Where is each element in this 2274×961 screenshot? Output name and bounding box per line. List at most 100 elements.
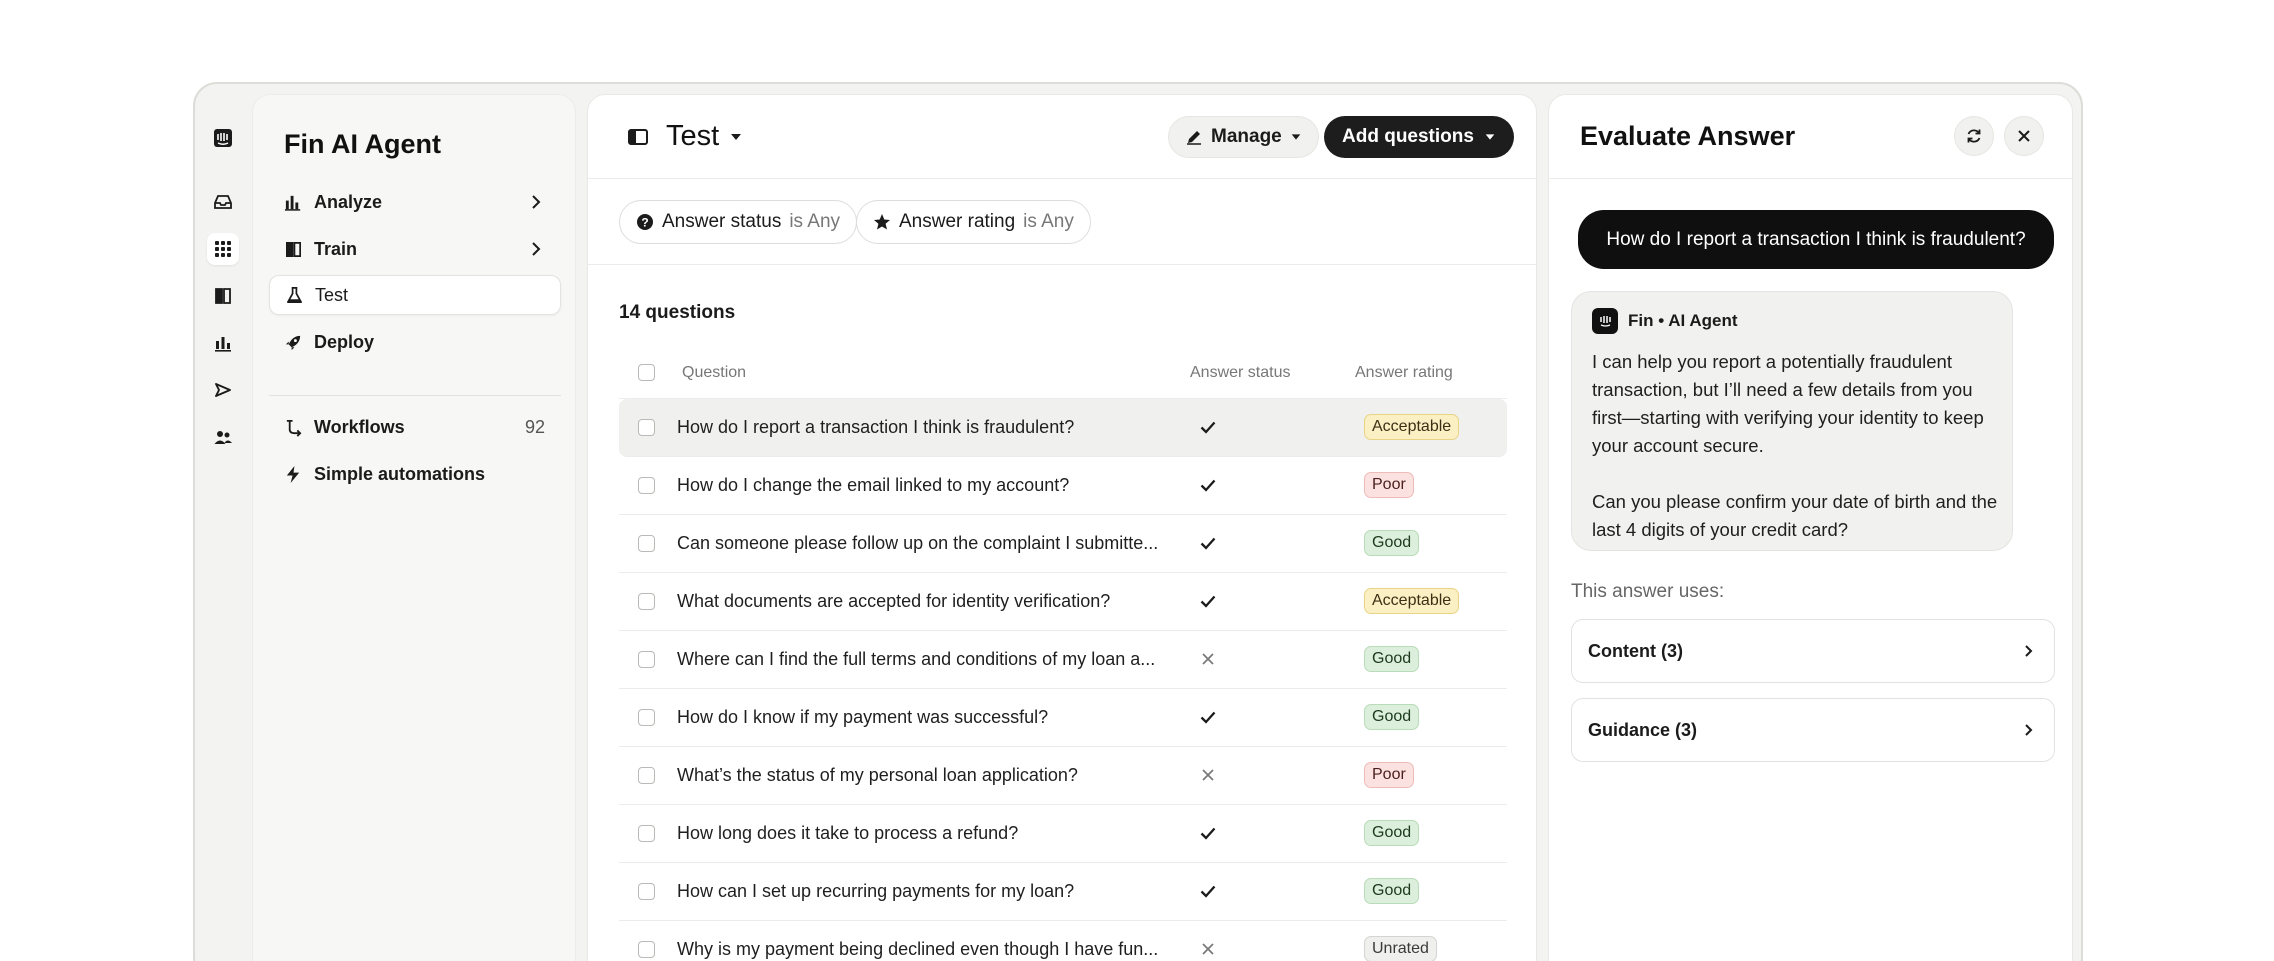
row-checkbox[interactable]	[638, 709, 655, 726]
apps-grid-icon[interactable]	[207, 233, 239, 265]
rating-badge: Good	[1364, 530, 1420, 556]
inbox-icon[interactable]	[207, 186, 239, 218]
table-row[interactable]: How do I know if my payment was successf…	[619, 689, 1507, 747]
chevron-right-icon	[2025, 724, 2033, 736]
reports-chart-icon[interactable]	[207, 327, 239, 359]
table-row[interactable]: How can I set up recurring payments for …	[619, 863, 1507, 921]
table-row[interactable]: How do I change the email linked to my a…	[619, 457, 1507, 515]
rating-badge: Unrated	[1364, 936, 1437, 961]
source-card-label: Guidance (3)	[1588, 719, 1698, 740]
rating-badge: Good	[1364, 878, 1420, 904]
guidance-sources-card[interactable]: Guidance (3)	[1571, 698, 2055, 762]
svg-text:?: ?	[641, 216, 648, 230]
manage-button[interactable]: Manage	[1168, 116, 1319, 158]
check-icon	[1200, 421, 1216, 434]
sidebar-item-label: Simple automations	[314, 463, 486, 484]
evaluate-title: Evaluate Answer	[1580, 121, 1796, 151]
agent-answer-bubble: Fin • AI Agent I can help you report a p…	[1571, 291, 2013, 551]
bar-chart-icon	[283, 192, 303, 212]
filter-operator: is Any	[1023, 211, 1074, 232]
answer-rating-filter[interactable]: Answer rating is Any	[856, 200, 1091, 244]
sidebar-item-label: Workflows	[314, 416, 405, 437]
refresh-button[interactable]	[1954, 116, 1994, 156]
add-questions-button[interactable]: Add questions	[1324, 116, 1514, 158]
sidebar-item-label: Analyze	[314, 191, 383, 212]
agent-name: Fin • AI Agent	[1628, 311, 1738, 330]
check-icon	[1200, 479, 1216, 492]
content-sources-card[interactable]: Content (3)	[1571, 619, 2055, 683]
sidebar-item-workflows[interactable]: Workflows 92	[269, 407, 561, 447]
cross-icon	[1202, 943, 1214, 955]
contacts-people-icon[interactable]	[207, 421, 239, 453]
outbound-send-icon[interactable]	[207, 374, 239, 406]
add-questions-label: Add questions	[1342, 126, 1474, 147]
row-checkbox[interactable]	[638, 419, 655, 436]
close-icon	[2018, 130, 2030, 142]
rating-badge: Good	[1364, 704, 1420, 730]
cross-icon	[1202, 769, 1214, 781]
row-checkbox[interactable]	[638, 767, 655, 784]
evaluate-header: Evaluate Answer	[1549, 95, 2072, 179]
rating-badge: Good	[1364, 820, 1420, 846]
user-message-bubble: How do I report a transaction I think is…	[1578, 210, 2054, 269]
agent-paragraph: I can help you report a potentially frau…	[1592, 351, 1984, 456]
row-checkbox[interactable]	[638, 593, 655, 610]
sidebar-toggle-icon[interactable]	[626, 125, 650, 149]
column-header-rating: Answer rating	[1355, 364, 1453, 381]
rating-badge: Good	[1364, 646, 1420, 672]
check-icon	[1200, 827, 1216, 840]
fin-logo-icon	[1592, 308, 1618, 334]
agent-paragraph: Can you please confirm your date of birt…	[1592, 491, 1998, 540]
book-icon	[283, 239, 303, 259]
answer-uses-label: This answer uses:	[1571, 581, 1725, 602]
question-circle-icon: ?	[637, 214, 653, 230]
close-button[interactable]	[2004, 116, 2044, 156]
page-title-dropdown[interactable]: Test	[666, 120, 743, 153]
chevron-right-icon	[2025, 645, 2033, 657]
sidebar-item-train[interactable]: Train	[269, 229, 561, 269]
knowledge-book-icon[interactable]	[207, 280, 239, 312]
question-text: Can someone please follow up on the comp…	[677, 533, 1159, 553]
table-row[interactable]: How do I report a transaction I think is…	[619, 399, 1507, 457]
column-header-question: Question	[682, 364, 747, 381]
table-row[interactable]: What’s the status of my personal loan ap…	[619, 747, 1507, 805]
sidebar-item-label: Train	[314, 238, 358, 259]
table-row[interactable]: Can someone please follow up on the comp…	[619, 515, 1507, 573]
question-text: What’s the status of my personal loan ap…	[677, 765, 1078, 785]
star-icon	[874, 214, 890, 230]
sidebar: Fin AI Agent Analyze Train Test Deploy W…	[252, 94, 576, 961]
app-window: Fin AI Agent Analyze Train Test Deploy W…	[193, 82, 2083, 961]
rating-badge: Poor	[1364, 762, 1414, 788]
answer-status-filter[interactable]: ? Answer status is Any	[619, 200, 858, 244]
sidebar-item-analyze[interactable]: Analyze	[269, 182, 561, 222]
row-checkbox[interactable]	[638, 941, 655, 958]
table-row[interactable]: How long does it take to process a refun…	[619, 805, 1507, 863]
sidebar-item-test[interactable]: Test	[269, 275, 561, 315]
table-row[interactable]: Where can I find the full terms and cond…	[619, 631, 1507, 689]
sidebar-item-simple-automations[interactable]: Simple automations	[269, 454, 561, 494]
filter-label: Answer rating	[899, 211, 1016, 232]
row-checkbox[interactable]	[638, 825, 655, 842]
check-icon	[1200, 595, 1216, 608]
sidebar-item-deploy[interactable]: Deploy	[269, 322, 561, 362]
chevron-right-icon	[532, 195, 541, 209]
refresh-icon	[1967, 129, 1981, 143]
question-text: How do I change the email linked to my a…	[677, 475, 1070, 495]
row-checkbox[interactable]	[638, 477, 655, 494]
sidebar-divider	[269, 395, 561, 396]
table-row[interactable]: Why is my payment being declined even th…	[619, 921, 1507, 961]
sidebar-item-label: Deploy	[314, 331, 375, 352]
chevron-right-icon	[532, 242, 541, 256]
question-text: What documents are accepted for identity…	[677, 591, 1111, 611]
caret-down-icon	[1485, 134, 1495, 140]
page-title: Test	[666, 120, 720, 152]
sidebar-title: Fin AI Agent	[284, 129, 441, 159]
manage-button-label: Manage	[1211, 126, 1282, 147]
select-all-checkbox[interactable]	[638, 364, 655, 381]
intercom-logo-icon[interactable]	[207, 122, 239, 154]
row-checkbox[interactable]	[638, 651, 655, 668]
row-checkbox[interactable]	[638, 535, 655, 552]
source-card-label: Content (3)	[1588, 640, 1683, 661]
row-checkbox[interactable]	[638, 883, 655, 900]
table-row[interactable]: What documents are accepted for identity…	[619, 573, 1507, 631]
